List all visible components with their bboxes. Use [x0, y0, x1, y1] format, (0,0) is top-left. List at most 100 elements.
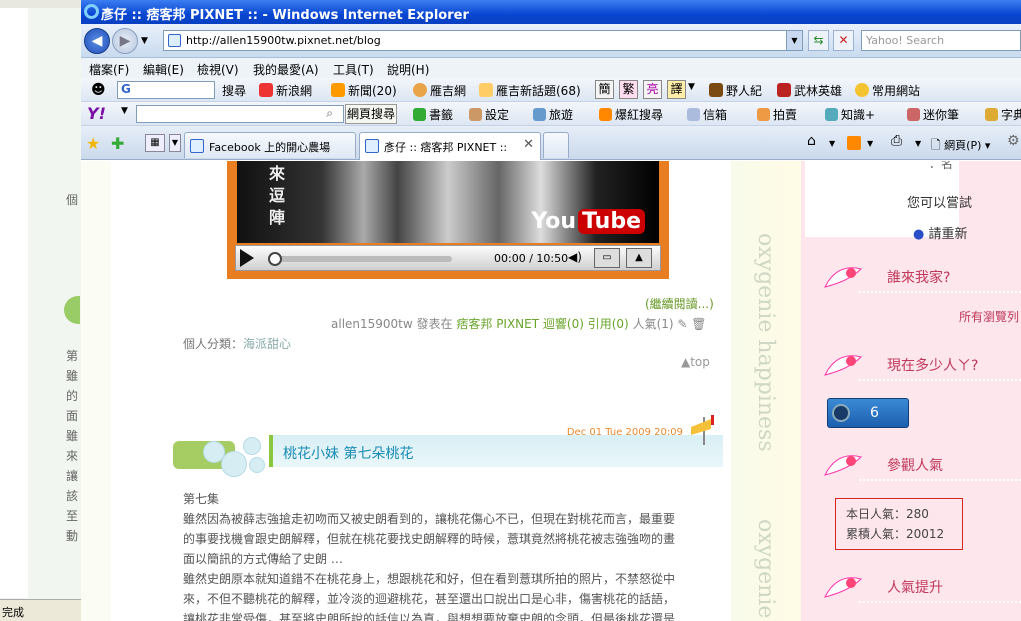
back-to-top-link[interactable]: ▲top [681, 355, 710, 369]
youtube-player[interactable]: 來逗陣 You Tube 00:00 / 10:50 ◀) ▭ ▲ [227, 161, 669, 279]
background-text-char: 個 [66, 193, 79, 207]
traditional-chinese-button[interactable]: 繁 [619, 80, 638, 99]
fullscreen-icon[interactable]: ▲ [626, 248, 652, 268]
favorites-star-icon[interactable]: ★ [86, 134, 100, 153]
mini-pen-menu[interactable]: 迷你筆 [907, 106, 959, 123]
widget-popularity-header: 參觀人氣 [821, 447, 1021, 481]
translate-dropdown-icon[interactable]: ▼ [688, 82, 695, 92]
tools-gear-icon[interactable]: ⚙ [1007, 133, 1020, 149]
background-text-char: 讓 [66, 469, 79, 483]
background-text-char: 至 [66, 509, 79, 523]
mail-menu[interactable]: 信箱 [687, 106, 727, 123]
window-size-icon[interactable]: ▭ [594, 248, 620, 268]
yahoo-dropdown-icon[interactable]: ▼ [121, 106, 128, 116]
tab-facebook[interactable]: Facebook 上的開心農場 [184, 132, 356, 158]
tab-pixnet-blog[interactable]: 彥仔 :: 痞客邦 PIXNET :: ✕ [359, 132, 541, 160]
post-title[interactable]: 桃花小妹 第七朵桃花 [283, 443, 413, 463]
news-link[interactable]: 新聞(20) [331, 82, 397, 99]
menu-view[interactable]: 檢視(V) [197, 61, 239, 78]
yerenji-link[interactable]: 野人紀 [709, 82, 762, 99]
category-link[interactable]: 海派甜心 [243, 337, 291, 351]
toolbar-search-button[interactable]: 搜尋 [222, 82, 246, 99]
sidebar-try-text: 您可以嘗試 [907, 196, 973, 211]
dictionary-menu[interactable]: 字典 [985, 106, 1021, 123]
window-title: 彥仔 :: 痞客邦 PIXNET :: - Windows Internet E… [101, 8, 469, 23]
history-dropdown-icon[interactable]: ▼ [141, 36, 148, 46]
settings-icon [469, 108, 482, 121]
close-tab-icon[interactable]: ✕ [523, 137, 534, 152]
sina-link[interactable]: 新浪網 [259, 82, 312, 99]
all-viewers-link[interactable]: 所有瀏覽列 [959, 308, 1019, 325]
stop-button[interactable]: ✕ [833, 30, 854, 51]
translate-button[interactable]: 譯 [667, 80, 686, 99]
page-menu-icon: 🗋 [931, 138, 941, 152]
common-sites-link[interactable]: 常用網站 [855, 82, 920, 99]
edit-icon[interactable]: ✎ [677, 317, 687, 331]
site-link[interactable]: 痞客邦 PIXNET [456, 317, 539, 331]
quick-tabs-icon[interactable]: ▦ [145, 134, 165, 152]
feeds-dropdown-icon[interactable]: ▼ [867, 139, 873, 148]
travel-menu[interactable]: 旅遊 [533, 106, 573, 123]
google-search-box[interactable]: G [117, 81, 215, 99]
online-counter: 6 [827, 398, 909, 428]
web-search-button[interactable]: 網頁搜尋 [345, 104, 397, 124]
subtitle-char: 來 [269, 164, 286, 183]
simplified-chinese-button[interactable]: 簡 [595, 80, 614, 99]
yanji-topics-link[interactable]: 雁吉新話題(68) [479, 82, 581, 99]
search-input[interactable]: Yahoo! Search [861, 30, 1021, 51]
background-text-char: 動 [66, 529, 79, 543]
print-dropdown-icon[interactable]: ▼ [915, 139, 921, 148]
menu-favorites[interactable]: 我的最愛(A) [253, 61, 319, 78]
replies-link[interactable]: 迴響(0) [543, 317, 584, 331]
page-menu[interactable]: 🗋 網頁(P) ▾ [931, 136, 990, 157]
settings-menu[interactable]: 設定 [469, 106, 509, 123]
play-icon[interactable] [240, 249, 254, 267]
yahoo-logo[interactable]: Y! [87, 104, 106, 123]
address-input[interactable]: http://allen15900tw.pixnet.net/blog ▼ [163, 30, 803, 51]
sina-icon [259, 83, 273, 97]
auction-icon [757, 108, 770, 121]
read-more-link[interactable]: (繼續閱讀...) [645, 295, 714, 312]
bookmark-menu[interactable]: 書籤 [413, 106, 453, 123]
new-tab-button[interactable] [543, 132, 569, 158]
volume-icon[interactable]: ◀) [568, 250, 582, 264]
address-text: http://allen15900tw.pixnet.net/blog [186, 34, 381, 47]
tab-list-dropdown-icon[interactable]: ▼ [169, 134, 181, 152]
print-icon[interactable]: ⎙ [891, 133, 902, 149]
home-icon[interactable]: ⌂ [807, 133, 816, 149]
yahoo-search-input[interactable]: ⌕ [136, 105, 344, 123]
auction-menu[interactable]: 拍賣 [757, 106, 797, 123]
popularity-count: 人氣(1) [632, 317, 674, 331]
add-favorite-icon[interactable]: ✚ [111, 134, 124, 153]
trending-menu[interactable]: 爆紅搜尋 [599, 106, 663, 123]
home-dropdown-icon[interactable]: ▼ [829, 139, 835, 148]
toolbar-yahoo: Y! ▼ ⌕ 網頁搜尋 書籤 設定 旅遊 爆紅搜尋 信箱 拍賣 知識+ 迷你筆 … [81, 102, 1021, 126]
post-header: 桃花小妹 第七朵桃花 Dec 01 Tue 2009 20:09 [173, 415, 723, 477]
yanji-icon [413, 83, 427, 97]
highlight-button[interactable]: 亮 [643, 80, 662, 99]
background-text-char: 雖 [66, 369, 79, 383]
menu-file[interactable]: 檔案(F) [89, 61, 129, 78]
youtube-logo[interactable]: You Tube [531, 209, 645, 234]
background-decoration [64, 296, 80, 324]
delete-icon[interactable]: 🗑 [691, 317, 706, 331]
subtitle-char: 逗 [269, 186, 286, 205]
feeds-icon[interactable] [847, 136, 861, 150]
back-button[interactable]: ◀ [84, 28, 110, 54]
widget-online-header: 現在多少人ㄚ? [821, 347, 1021, 381]
trackbacks-link[interactable]: 引用(0) [588, 317, 629, 331]
knowledge-menu[interactable]: 知識+ [825, 106, 875, 123]
yanji-link[interactable]: 雁吉網 [413, 82, 466, 99]
forward-button[interactable]: ▶ [112, 28, 138, 54]
seek-bar[interactable] [272, 256, 452, 262]
address-dropdown-icon[interactable]: ▼ [786, 31, 802, 50]
wulin-link[interactable]: 武林英雄 [777, 82, 842, 99]
background-text-char: 該 [66, 489, 79, 503]
yerenji-icon [709, 83, 723, 97]
refresh-button[interactable]: ⇆ [808, 30, 829, 51]
post-body-line: 雖然因為被薛志強搶走初吻而又被史朗看到的，讓桃花傷心不已，但現在對桃花而言，最重… [183, 512, 676, 526]
menu-tools[interactable]: 工具(T) [333, 61, 374, 78]
menu-edit[interactable]: 編輯(E) [143, 61, 184, 78]
seek-handle[interactable] [268, 252, 282, 266]
menu-help[interactable]: 說明(H) [387, 61, 429, 78]
